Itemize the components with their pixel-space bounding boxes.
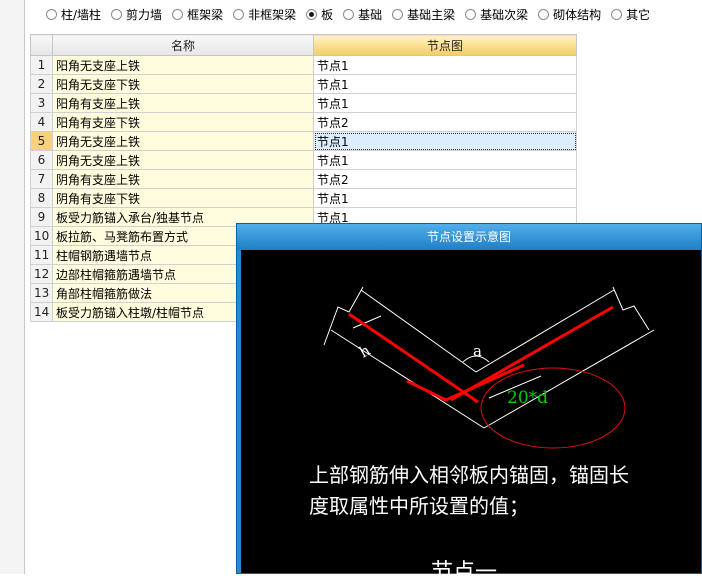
row-number-cell[interactable]: 2 <box>30 74 53 94</box>
row-number-cell[interactable]: 12 <box>30 264 53 284</box>
radio-option-label: 板 <box>321 7 334 22</box>
anchor-length-label: 20*d <box>507 388 548 408</box>
node-cell[interactable]: 节点1 <box>313 131 577 151</box>
table-row[interactable]: 5 阴角无支座上铁 节点1 <box>30 131 577 151</box>
row-number-cell[interactable]: 1 <box>30 55 53 75</box>
node-description-line-1: 上部钢筋伸入相邻板内锚固，锚固长 <box>309 463 629 487</box>
radio-option-label: 其它 <box>626 7 651 22</box>
name-cell[interactable]: 阳角有支座上铁 <box>52 93 314 113</box>
row-number-cell[interactable]: 8 <box>30 188 53 208</box>
table-row[interactable]: 2 阳角无支座下铁 节点1 <box>30 74 577 94</box>
node-cell[interactable]: 节点1 <box>313 188 577 208</box>
row-number-cell[interactable]: 11 <box>30 245 53 265</box>
node-diagram-popup: 节点设置示意图 a h 20*d 上部钢筋伸入相邻板内锚固，锚固长 度取属性中所… <box>236 223 702 585</box>
radio-option-label: 基础 <box>358 7 383 22</box>
node-cell[interactable]: 节点1 <box>313 93 577 113</box>
radio-option-4[interactable]: 非框架梁 <box>233 6 296 23</box>
radio-option-label: 框架梁 <box>187 7 224 22</box>
slab-right-outline-top <box>475 289 615 373</box>
row-number-cell[interactable]: 6 <box>30 150 53 170</box>
radio-option-10[interactable]: 其它 <box>611 6 650 23</box>
radio-unselected-icon <box>46 8 57 20</box>
row-number-cell[interactable]: 9 <box>30 207 53 227</box>
radio-option-1[interactable]: 柱/墙柱 <box>46 6 101 23</box>
radio-selected-icon <box>306 8 318 20</box>
radio-option-label: 砌体结构 <box>553 7 602 22</box>
name-cell[interactable]: 阴角无支座上铁 <box>52 150 314 170</box>
table-row[interactable]: 8 阴角有支座下铁 节点1 <box>30 188 577 208</box>
dimension-label-a: a <box>473 342 482 360</box>
table-row[interactable]: 1 阳角无支座上铁 节点1 <box>30 55 577 75</box>
node-cell[interactable]: 节点2 <box>313 169 577 189</box>
row-number-cell[interactable]: 7 <box>30 169 53 189</box>
radio-option-label: 非框架梁 <box>248 7 297 22</box>
row-number-cell[interactable]: 5 <box>30 131 53 151</box>
node-cell[interactable]: 节点2 <box>313 112 577 132</box>
column-header-name[interactable]: 名称 <box>52 34 314 56</box>
node-caption: 节点一 <box>431 560 498 585</box>
break-line-left <box>323 286 364 346</box>
radio-unselected-icon <box>343 8 355 20</box>
grid-corner-header <box>30 34 53 56</box>
row-number-cell[interactable]: 4 <box>30 112 53 132</box>
radio-option-5[interactable]: 板 <box>306 6 333 23</box>
name-cell[interactable]: 阳角无支座上铁 <box>52 55 314 75</box>
row-number-cell[interactable]: 3 <box>30 93 53 113</box>
dimension-label-h: h <box>356 341 374 362</box>
row-number-cell[interactable]: 14 <box>30 302 53 322</box>
table-row[interactable]: 4 阳角有支座下铁 节点2 <box>30 112 577 132</box>
radio-option-2[interactable]: 剪力墙 <box>111 6 162 23</box>
radio-option-label: 基础主梁 <box>407 7 456 22</box>
radio-unselected-icon <box>172 8 184 20</box>
radio-option-6[interactable]: 基础 <box>343 6 382 23</box>
table-row[interactable]: 3 阳角有支座上铁 节点1 <box>30 93 577 113</box>
radio-option-9[interactable]: 砌体结构 <box>538 6 601 23</box>
radio-option-label: 柱/墙柱 <box>61 7 102 22</box>
column-header-node[interactable]: 节点图 <box>313 34 577 56</box>
row-number-cell[interactable]: 10 <box>30 226 53 246</box>
node-description-line-2: 度取属性中所设置的值； <box>309 494 529 518</box>
radio-unselected-icon <box>392 8 404 20</box>
table-row[interactable]: 7 阴角有支座上铁 节点2 <box>30 169 577 189</box>
row-number-cell[interactable]: 13 <box>30 283 53 303</box>
radio-option-8[interactable]: 基础次梁 <box>465 6 528 23</box>
radio-option-3[interactable]: 框架梁 <box>172 6 223 23</box>
slab-right-outline-bottom <box>483 329 655 429</box>
node-diagram-drawing: a h 20*d <box>323 286 655 449</box>
radio-option-label: 剪力墙 <box>126 7 163 22</box>
break-line-right <box>612 286 650 331</box>
node-diagram-canvas: a h 20*d 上部钢筋伸入相邻板内锚固，锚固长 度取属性中所设置的值； 节点… <box>241 250 701 585</box>
radio-option-label: 基础次梁 <box>480 7 529 22</box>
radio-unselected-icon <box>233 8 245 20</box>
name-cell[interactable]: 阳角无支座下铁 <box>52 74 314 94</box>
component-type-radio-group: 柱/墙柱 剪力墙 框架梁 非框架梁 板 基础 基础主梁 基础次梁 砌体结构 其它 <box>46 4 650 24</box>
radio-unselected-icon <box>538 8 550 20</box>
name-cell[interactable]: 阴角有支座上铁 <box>52 169 314 189</box>
node-cell[interactable]: 节点1 <box>313 55 577 75</box>
name-cell[interactable]: 阴角无支座上铁 <box>52 131 314 151</box>
slab-left-outline-bottom <box>330 329 485 429</box>
popup-title: 节点设置示意图 <box>237 224 701 250</box>
radio-unselected-icon <box>111 8 123 20</box>
radio-unselected-icon <box>611 8 623 20</box>
radio-unselected-icon <box>465 8 477 20</box>
node-cell[interactable]: 节点1 <box>313 74 577 94</box>
left-panel-strip <box>0 0 25 574</box>
name-cell[interactable]: 阳角有支座下铁 <box>52 112 314 132</box>
name-cell[interactable]: 阴角有支座下铁 <box>52 188 314 208</box>
anchor-zone-circle <box>480 367 626 449</box>
radio-option-7[interactable]: 基础主梁 <box>392 6 455 23</box>
node-cell[interactable]: 节点1 <box>313 150 577 170</box>
table-row[interactable]: 6 阴角无支座上铁 节点1 <box>30 150 577 170</box>
